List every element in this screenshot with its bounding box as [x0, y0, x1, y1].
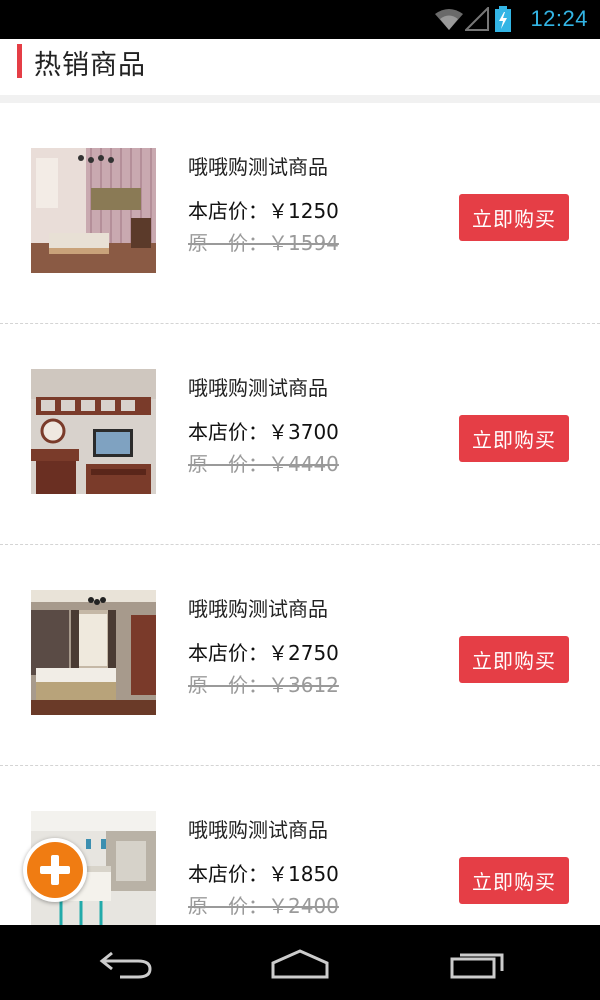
product-name[interactable]: 哦哦购测试商品	[188, 593, 328, 622]
store-price: 本店价：￥1850	[188, 862, 339, 886]
section-header: 热销商品	[0, 39, 600, 103]
product-name[interactable]: 哦哦购测试商品	[188, 151, 328, 180]
product-image[interactable]	[31, 590, 156, 715]
wifi-icon	[434, 7, 464, 35]
product-item[interactable]: 哦哦购测试商品 本店价：￥2750 原 价：￥3612 立即购买	[0, 545, 600, 766]
buy-now-button[interactable]: 立即购买	[459, 415, 569, 462]
store-price: 本店价：￥2750	[188, 641, 339, 665]
buy-now-button[interactable]: 立即购买	[459, 857, 569, 904]
product-item[interactable]: 哦哦购测试商品 本店价：￥1250 原 价：￥1594 立即购买	[0, 103, 600, 324]
original-price: 原 价：￥1594	[188, 231, 339, 255]
page-title: 热销商品	[34, 50, 146, 81]
home-icon[interactable]	[270, 945, 330, 985]
product-image[interactable]	[31, 369, 156, 494]
product-name[interactable]: 哦哦购测试商品	[188, 372, 328, 401]
buy-now-button[interactable]: 立即购买	[459, 636, 569, 683]
status-bar: 12:24	[0, 0, 600, 39]
add-fab-button[interactable]	[23, 838, 87, 902]
product-name[interactable]: 哦哦购测试商品	[188, 814, 328, 843]
signal-icon	[463, 5, 489, 35]
product-list: 哦哦购测试商品 本店价：￥1250 原 价：￥1594 立即购买 哦哦购测试商品…	[0, 103, 600, 987]
original-price: 原 价：￥2400	[188, 894, 339, 918]
original-price: 原 价：￥4440	[188, 452, 339, 476]
battery-charging-icon	[494, 6, 512, 36]
back-icon[interactable]	[98, 945, 154, 985]
original-price: 原 价：￥3612	[188, 673, 339, 697]
recent-apps-icon[interactable]	[448, 945, 508, 985]
buy-now-button[interactable]: 立即购买	[459, 194, 569, 241]
title-accent-bar	[17, 44, 22, 78]
store-price: 本店价：￥3700	[188, 420, 339, 444]
plus-icon	[27, 842, 83, 898]
navigation-bar	[0, 925, 600, 1000]
product-item[interactable]: 哦哦购测试商品 本店价：￥3700 原 价：￥4440 立即购买	[0, 324, 600, 545]
product-image[interactable]	[31, 148, 156, 273]
clock: 12:24	[530, 6, 588, 31]
store-price: 本店价：￥1250	[188, 199, 339, 223]
